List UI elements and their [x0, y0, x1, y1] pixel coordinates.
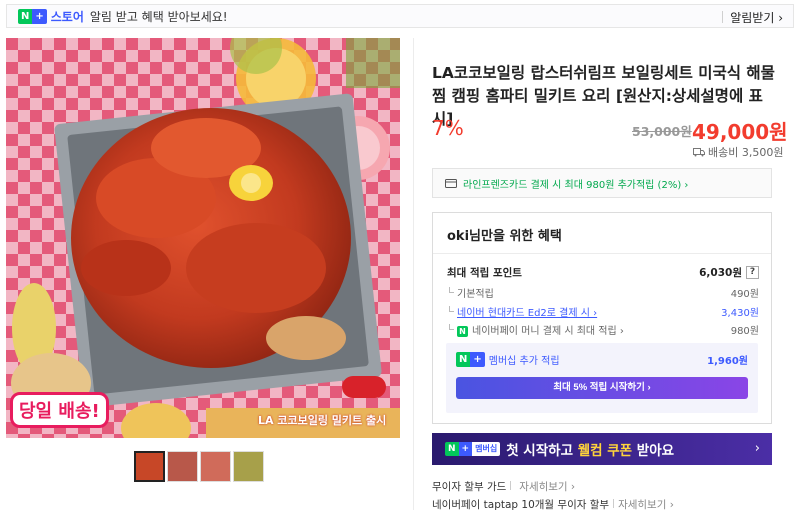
guide-more-link[interactable]: 자세히보기 ›	[519, 481, 575, 493]
installment-guide: 무이자 할부 가드 자세히보기 ›	[432, 479, 575, 494]
guide-more-link[interactable]: 자세히보기 ›	[618, 499, 674, 510]
plus-icon: +	[32, 8, 47, 24]
divider	[510, 481, 512, 490]
thumbnail-strip	[134, 451, 264, 482]
max-points-value: 6,030원	[699, 267, 742, 279]
benefit-row-label: 네이버 현대카드 Ed2로 결제 시 ›	[447, 304, 597, 319]
naver-plus-badge: N +	[18, 8, 47, 24]
thumbnail-1[interactable]	[134, 451, 165, 482]
card-link[interactable]: 네이버 현대카드 Ed2로 결제 시 ›	[457, 308, 597, 319]
benefit-row-basic: 기본적립 490원	[447, 285, 759, 300]
membership-row: N + 멤버십 추가 적립 1,960원	[456, 352, 748, 367]
naver-n-icon: N	[18, 8, 33, 24]
naver-plus-badge: N +	[456, 352, 485, 367]
shipping-text: 배송비 3,500원	[708, 146, 784, 159]
discount-rate: 7%	[432, 116, 464, 140]
guide-label: 무이자 할부 가드	[432, 481, 507, 493]
max-points-row: 최대 적립 포인트 6,030원 ?	[447, 265, 759, 280]
alarm-button[interactable]: 알림받기 ›	[730, 9, 783, 26]
notice-bar: N + 스토어 알림 받고 혜택 받아보세요! 알림받기 ›	[6, 4, 794, 28]
membership-box: N + 멤버십 추가 적립 1,960원 최대 5% 적립 시작하기 ›	[446, 343, 758, 413]
credit-card-icon	[445, 178, 457, 188]
promo-text-b: 받아요	[632, 443, 675, 459]
benefit-panel: oki님만을 위한 혜택 최대 적립 포인트 6,030원 ? 기본적립 490…	[432, 212, 772, 424]
start-membership-button[interactable]: 최대 5% 적립 시작하기 ›	[456, 377, 748, 399]
plus-icon: +	[470, 352, 485, 367]
seafood-boil-illustration	[6, 38, 400, 438]
column-divider	[413, 38, 414, 510]
npay-icon: N	[457, 326, 468, 337]
image-caption-left: 당일 배송!	[10, 392, 109, 428]
original-price: 53,000원	[632, 124, 692, 139]
card-offer-text: 라인프렌즈카드 결제 시 최대 980원 추가적립 (2%) ›	[463, 179, 689, 191]
chevron-right-icon: ›	[754, 441, 760, 456]
benefit-title: oki님만을 위한 혜택	[447, 229, 562, 244]
benefit-row-npay[interactable]: N 네이버페이 머니 결제 시 최대 적립 › 980원	[447, 322, 759, 337]
membership-value: 1,960원	[707, 356, 748, 367]
max-points-label: 최대 적립 포인트	[447, 267, 522, 279]
benefit-row-value: 490원	[730, 289, 759, 300]
naver-plus-membership-badge: N + 멤버십	[445, 442, 501, 456]
promo-text-a: 첫 시작하고	[506, 443, 578, 459]
naver-n-icon: N	[445, 442, 459, 456]
taptap-guide: 네이버페이 taptap 10개월 무이자 할부 자세히보기 ›	[432, 497, 674, 510]
thumbnail-3[interactable]	[200, 451, 231, 482]
card-offer-banner[interactable]: 라인프렌즈카드 결제 시 최대 980원 추가적립 (2%) ›	[432, 168, 772, 198]
benefit-row-label: N 네이버페이 머니 결제 시 최대 적립 ›	[447, 322, 624, 337]
benefit-row-label: 기본적립	[447, 285, 494, 300]
store-label: 스토어	[50, 9, 84, 24]
benefit-row-value: 980원	[730, 326, 759, 337]
plus-icon: +	[458, 442, 473, 456]
membership-label: 멤버십 추가 적립	[488, 356, 560, 367]
guide-label: 네이버페이 taptap 10개월 무이자 할부	[432, 499, 610, 510]
membership-promo-banner[interactable]: N + 멤버십 첫 시작하고 웰컴 쿠폰 받아요 ›	[432, 433, 772, 465]
divider	[722, 11, 723, 23]
shipping-info: 배송비 3,500원	[693, 144, 783, 160]
thumbnail-4[interactable]	[233, 451, 264, 482]
npay-label[interactable]: 네이버페이 머니 결제 시 최대 적립 ›	[472, 326, 624, 337]
benefit-row-card[interactable]: 네이버 현대카드 Ed2로 결제 시 › 3,430원	[447, 304, 759, 319]
notice-text: 알림 받고 혜택 받아보세요!	[89, 9, 228, 24]
promo-highlight: 웰컴 쿠폰	[577, 443, 633, 459]
membership-label: 멤버십	[472, 442, 501, 456]
truck-icon	[693, 147, 705, 156]
benefit-row-value: 3,430원	[721, 308, 759, 319]
product-main-image[interactable]: 당일 배송! LA 코코보일링 밀키트 출시	[6, 38, 400, 438]
promo-text: 첫 시작하고 웰컴 쿠폰 받아요	[506, 439, 674, 459]
brand-logo	[342, 376, 386, 398]
help-icon[interactable]: ?	[746, 266, 759, 279]
divider	[433, 253, 771, 254]
divider	[613, 499, 615, 508]
naver-n-icon: N	[456, 352, 471, 367]
thumbnail-2[interactable]	[167, 451, 198, 482]
image-caption-right: LA 코코보일링 밀키트 출시	[258, 414, 387, 427]
sale-price: 49,000원	[692, 120, 788, 144]
